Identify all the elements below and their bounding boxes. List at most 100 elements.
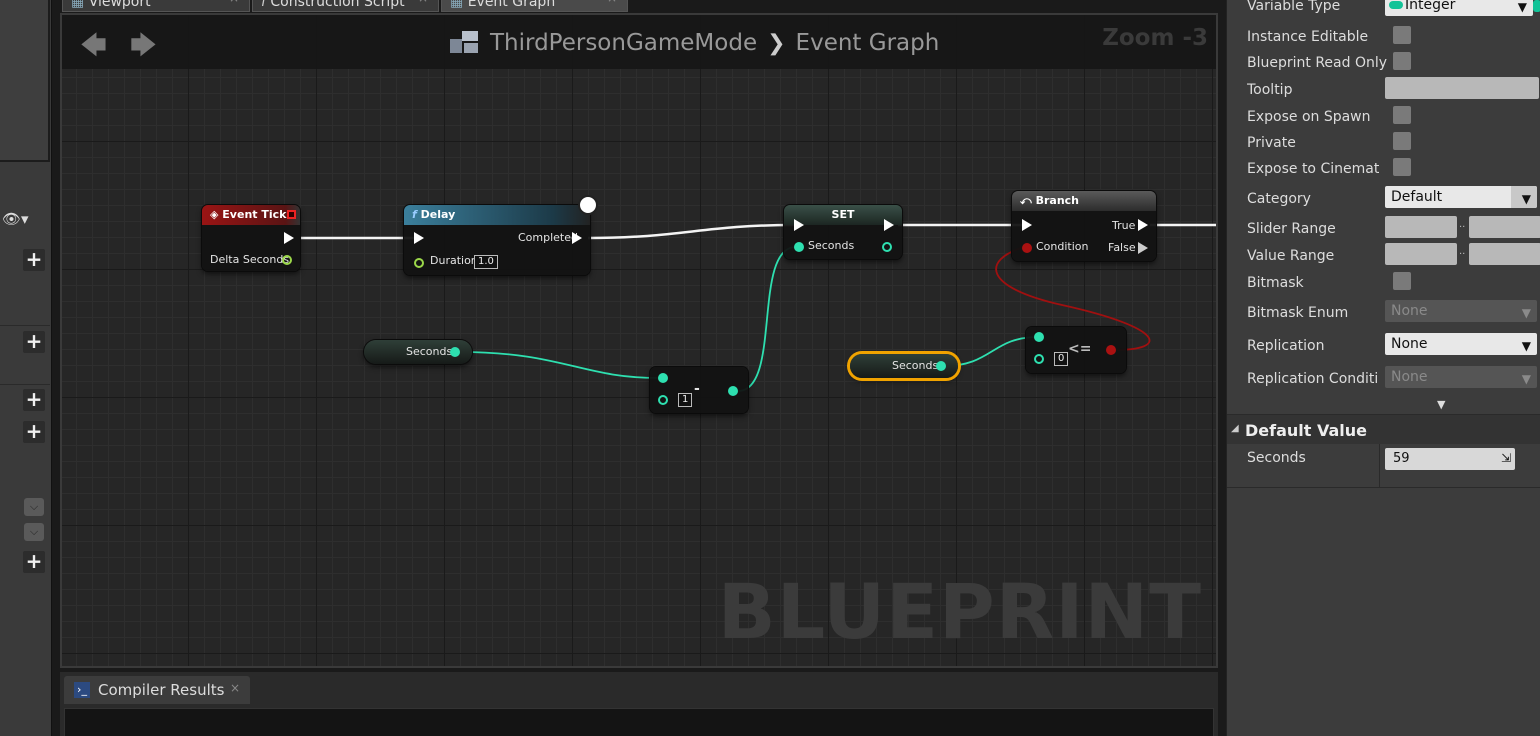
a-in-pin[interactable]	[1034, 332, 1044, 342]
pin-label: Condition	[1036, 240, 1089, 253]
tab-viewport[interactable]: ▦ Viewport×	[62, 0, 250, 12]
property-category: Category Default ▼	[1227, 186, 1540, 212]
get-seconds-node[interactable]: Seconds	[364, 340, 472, 364]
seconds-out-pin[interactable]	[936, 361, 946, 371]
set-seconds-node[interactable]: SET Seconds	[784, 205, 902, 259]
exec-out-pin[interactable]	[284, 232, 294, 244]
breadcrumb-blueprint[interactable]: ThirdPersonGameMode	[490, 30, 757, 56]
dropdown-value: None	[1391, 336, 1428, 352]
expose-to-cinematics-checkbox[interactable]	[1393, 158, 1411, 176]
node-title: Event Tick	[222, 208, 287, 221]
property-instance-editable: Instance Editable	[1227, 24, 1540, 50]
pin-label: Seconds	[892, 359, 939, 372]
exec-out-pin[interactable]	[884, 219, 894, 231]
false-pin[interactable]	[1138, 242, 1148, 254]
tab-construction-script[interactable]: f Construction Script×	[252, 0, 439, 12]
true-pin[interactable]	[1138, 219, 1148, 231]
delay-node[interactable]: f Delay Completed Duration 1.0	[404, 195, 598, 275]
pin-label: False	[1108, 241, 1136, 254]
seconds-out-pin[interactable]	[450, 347, 460, 357]
expose-on-spawn-checkbox[interactable]	[1393, 106, 1411, 124]
branch-node[interactable]: ⤺ Branch True Condition False	[1012, 191, 1156, 261]
drag-resize-icon[interactable]: ⇲	[1501, 451, 1511, 465]
int-wire	[459, 351, 659, 379]
branch-icon: ⤺	[1020, 194, 1036, 207]
pin-label: Seconds	[406, 345, 453, 358]
advanced-expand-icon[interactable]: ▼	[1437, 398, 1445, 411]
seconds-in-pin[interactable]	[794, 242, 804, 252]
view-options-eye-icon[interactable]: 👁▾	[2, 210, 42, 230]
delta-seconds-pin[interactable]	[282, 255, 292, 265]
exec-in-pin[interactable]	[794, 219, 804, 231]
section-title: Default Value	[1245, 421, 1368, 440]
tab-compiler-results[interactable]: ›_ Compiler Results ×	[64, 676, 250, 704]
condition-pin[interactable]	[1022, 243, 1032, 253]
b-value-input[interactable]: 1	[678, 393, 693, 407]
property-label: Variable Type	[1247, 0, 1341, 14]
seconds-default-input[interactable]: 59 ⇲	[1385, 448, 1515, 470]
add-variable-button[interactable]: +	[23, 421, 45, 443]
less-equal-node[interactable]: 0 <=	[1026, 327, 1126, 373]
tab-event-graph[interactable]: ▦ Event Graph×	[441, 0, 628, 12]
property-label: Bitmask Enum	[1247, 305, 1349, 321]
replication-condition-dropdown[interactable]: None ▼	[1385, 366, 1537, 388]
property-value-range: Value Range ..	[1227, 243, 1540, 269]
input-value: 59	[1393, 451, 1410, 466]
subtract-node[interactable]: 1 -	[650, 367, 748, 413]
private-checkbox[interactable]	[1393, 132, 1411, 150]
chevron-down-icon: ▼	[1517, 0, 1527, 14]
add-graph-button[interactable]: +	[23, 249, 45, 271]
duration-input[interactable]: 1.0	[474, 255, 498, 269]
close-icon[interactable]: ×	[230, 681, 240, 695]
event-tick-node[interactable]: ◈ Event Tick Delta Seconds	[202, 205, 300, 271]
tooltip-input[interactable]	[1385, 77, 1539, 99]
duration-pin[interactable]	[414, 258, 424, 268]
completed-pin[interactable]	[572, 232, 582, 244]
expand-chevron-icon[interactable]: ⌵	[24, 523, 44, 541]
back-arrow-icon[interactable]: 🡄	[80, 27, 107, 61]
bitmask-checkbox[interactable]	[1393, 272, 1411, 290]
add-dispatcher-button[interactable]: +	[23, 551, 45, 573]
property-label: Replication Condition	[1247, 371, 1379, 387]
add-macro-button[interactable]: +	[23, 389, 45, 411]
integer-type-icon	[1389, 1, 1403, 9]
slider-range-min-input[interactable]	[1385, 216, 1457, 238]
instance-editable-checkbox[interactable]	[1393, 26, 1411, 44]
value-range-max-input[interactable]	[1469, 243, 1540, 265]
event-graph-canvas[interactable]: 🡄 🡆 ThirdPersonGameMode ❯ Event Graph Zo…	[60, 13, 1218, 668]
replication-dropdown[interactable]: None ▼	[1385, 333, 1537, 355]
default-value-section-header[interactable]: ◢ Default Value	[1227, 414, 1540, 444]
node-header: ◈ Event Tick	[202, 205, 300, 225]
b-in-pin[interactable]	[658, 395, 668, 405]
container-type-icon[interactable]	[1533, 0, 1540, 12]
expand-chevron-icon[interactable]: ⌵	[24, 498, 44, 516]
category-dropdown[interactable]: Default ▼	[1385, 186, 1537, 208]
blueprint-read-only-checkbox[interactable]	[1393, 52, 1411, 70]
property-label: Expose on Spawn	[1247, 109, 1371, 125]
property-label: Tooltip	[1247, 82, 1293, 98]
b-in-pin[interactable]	[1034, 354, 1044, 364]
b-value-input[interactable]: 0	[1054, 352, 1069, 366]
variable-type-dropdown[interactable]: Integer ▼	[1385, 0, 1533, 16]
dropdown-value: Default	[1391, 189, 1443, 205]
bitmask-enum-dropdown[interactable]: None ▼	[1385, 300, 1537, 322]
exec-in-pin[interactable]	[414, 232, 424, 244]
node-title: Delay	[420, 208, 456, 221]
a-in-pin[interactable]	[658, 373, 668, 383]
property-label: Blueprint Read Only	[1247, 55, 1388, 71]
result-out-pin[interactable]	[728, 386, 738, 396]
get-seconds-node-selected[interactable]: Seconds	[850, 354, 958, 378]
property-label: Bitmask	[1247, 275, 1304, 291]
seconds-out-pin[interactable]	[882, 242, 892, 252]
exec-in-pin[interactable]	[1022, 219, 1032, 231]
forward-arrow-icon[interactable]: 🡆	[130, 27, 157, 61]
add-function-button[interactable]: +	[23, 331, 45, 353]
column-divider[interactable]	[1379, 444, 1380, 488]
pin-label: Seconds	[808, 239, 855, 252]
slider-range-max-input[interactable]	[1469, 216, 1540, 238]
delegate-pin[interactable]	[287, 210, 296, 219]
breadcrumb-graph[interactable]: Event Graph	[796, 30, 940, 56]
property-blueprint-read-only: Blueprint Read Only	[1227, 50, 1540, 76]
result-out-pin[interactable]	[1106, 345, 1116, 355]
value-range-min-input[interactable]	[1385, 243, 1457, 265]
